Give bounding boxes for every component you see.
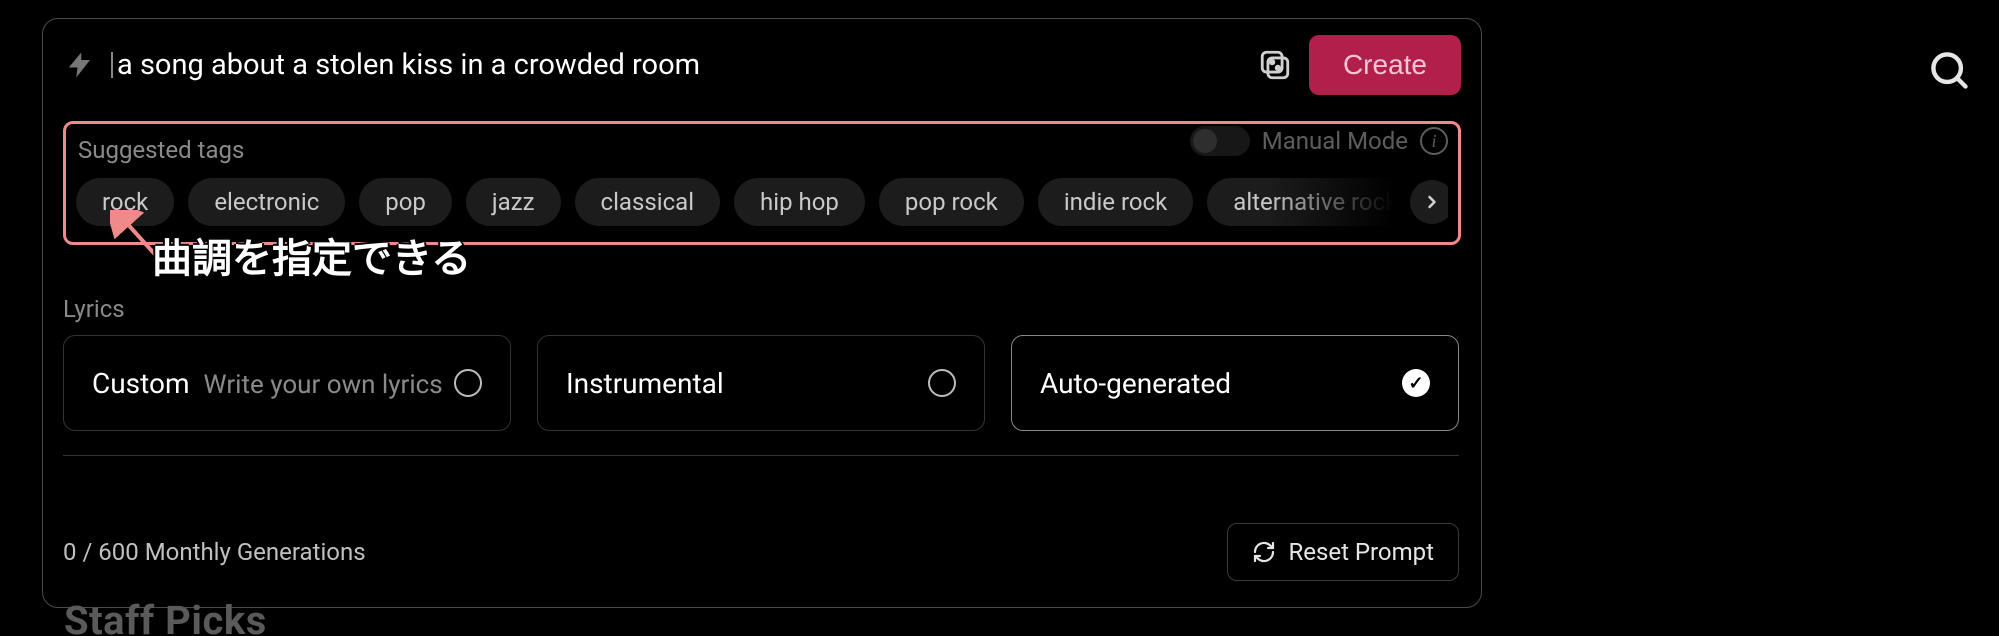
lyrics-card[interactable]: Instrumental [537,335,985,431]
tag-chip[interactable]: pop rock [879,178,1024,226]
create-button[interactable]: Create [1309,35,1461,95]
radio-empty-icon [454,369,482,397]
search-icon[interactable] [1927,48,1971,92]
manual-mode-toggle[interactable] [1190,126,1250,156]
radio-empty-icon [928,369,956,397]
lyrics-card-title: Instrumental [566,367,724,400]
tag-chip[interactable]: jazz [466,178,561,226]
tag-chip[interactable]: indie rock [1038,178,1193,226]
tag-chip[interactable]: hip hop [734,178,865,226]
lyrics-cards: Custom Write your own lyrics Instrumental A… [63,335,1459,431]
tag-chip[interactable]: electronic [188,178,345,226]
lyrics-card-title: Custom [92,367,190,400]
radio-checked-icon [1402,369,1430,397]
manual-mode-label: Manual Mode [1262,127,1408,155]
divider [63,455,1459,456]
reset-icon [1252,540,1276,564]
toggle-thumb [1193,129,1217,153]
prompt-text: a song about a stolen kiss in a crowded … [111,48,700,82]
prompt-input[interactable]: a song about a stolen kiss in a crowded … [111,48,1241,82]
text-caret [111,52,113,78]
lyrics-card-title: Auto-generated [1040,367,1231,400]
reset-prompt-label: Reset Prompt [1288,538,1434,566]
shuffle-icon[interactable] [1255,45,1295,85]
tag-chip[interactable]: alternative rock [1207,178,1423,226]
bolt-icon [63,48,97,82]
lyrics-card[interactable]: Custom Write your own lyrics [63,335,511,431]
info-icon[interactable]: i [1420,127,1448,155]
generation-count: 0 / 600 Monthly Generations [63,538,366,566]
footer-row: 0 / 600 Monthly Generations Reset Prompt [63,523,1459,581]
tags-scroll-right[interactable] [1410,180,1448,224]
lyrics-card[interactable]: Auto-generated [1011,335,1459,431]
prompt-row: a song about a stolen kiss in a crowded … [63,37,1461,93]
reset-prompt-button[interactable]: Reset Prompt [1227,523,1459,581]
create-panel: a song about a stolen kiss in a crowded … [42,18,1482,608]
tag-chip[interactable]: classical [575,178,721,226]
staff-picks-heading: Staff Picks [64,597,267,636]
lyrics-label: Lyrics [63,295,125,323]
suggested-tags-row: rockelectronicpopjazzclassicalhip hoppop… [76,178,1448,226]
annotation-text: 曲調を指定できる [152,226,471,284]
tag-chip[interactable]: pop [359,178,452,226]
lyrics-card-sub: Write your own lyrics [204,370,443,400]
manual-mode-group: Manual Mode i [1190,126,1448,156]
